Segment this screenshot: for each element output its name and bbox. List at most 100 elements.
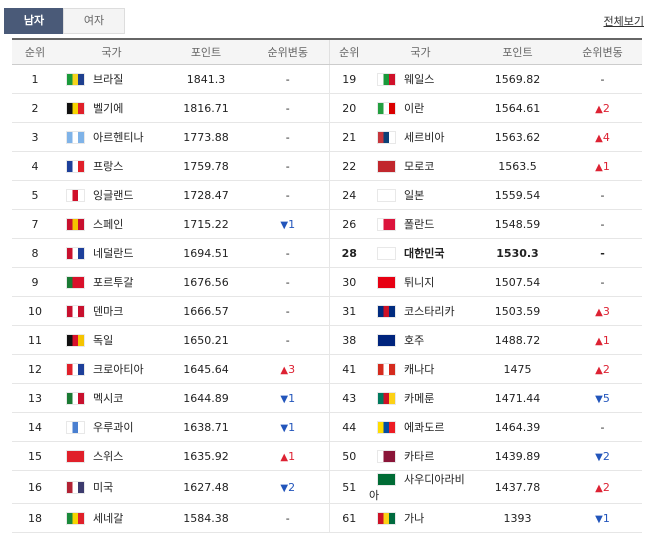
rank-change-cell: ▲1: [563, 151, 642, 181]
country-cell[interactable]: 대한민국: [369, 238, 472, 268]
table-row: 12 크로아티아 1645.64 ▲3 41 캐나다 1475 ▲2: [12, 354, 642, 384]
country-cell[interactable]: 튀니지: [369, 267, 472, 297]
country-cell[interactable]: 카타르: [369, 441, 472, 471]
country-name: 크로아티아: [93, 363, 144, 376]
rank-change-cell: ▼1: [563, 503, 642, 533]
country-cell[interactable]: 프랑스: [58, 151, 165, 181]
rank-change-value: 1: [288, 217, 296, 231]
country-cell[interactable]: 폴란드: [369, 209, 472, 239]
country-cell[interactable]: 아르헨티나: [58, 122, 165, 152]
rank-cell: 11: [12, 325, 58, 355]
country-cell[interactable]: 이란: [369, 93, 472, 123]
country-cell[interactable]: 멕시코: [58, 383, 165, 413]
country-cell[interactable]: 코스타리카: [369, 296, 472, 326]
points-cell: 1488.72: [472, 325, 563, 355]
rank-change-value: 2: [602, 449, 610, 463]
country-cell[interactable]: 모로코: [369, 151, 472, 181]
netherlands-flag-icon: [66, 246, 85, 260]
spain-flag-icon: [66, 217, 85, 231]
view-all-link[interactable]: 전체보기: [604, 13, 644, 29]
country-cell[interactable]: 네덜란드: [58, 238, 165, 268]
country-name: 모로코: [404, 160, 435, 173]
country-cell[interactable]: 세르비아: [369, 122, 472, 152]
rank-change: ▲3: [595, 305, 610, 318]
brazil-flag-icon: [66, 72, 85, 86]
rank-change-value: 2: [288, 480, 296, 494]
country-name: 우루과이: [93, 421, 134, 434]
country-cell[interactable]: 덴마크: [58, 296, 165, 326]
table-row: 11 독일 1650.21 - 38 호주 1488.72 ▲1: [12, 325, 642, 355]
country-name: 벨기에: [93, 102, 124, 115]
rank-change-cell: -: [563, 238, 642, 268]
table-row: 9 포르투갈 1676.56 - 30 튀니지 1507.54 -: [12, 267, 642, 297]
tab-male[interactable]: 남자: [4, 8, 64, 34]
country-cell[interactable]: 독일: [58, 325, 165, 355]
country-name: 멕시코: [93, 392, 124, 405]
country-cell[interactable]: 잉글랜드: [58, 180, 165, 210]
country-name: 대한민국: [404, 247, 445, 260]
country-name: 프랑스: [93, 160, 124, 173]
country-cell[interactable]: 카메룬: [369, 383, 472, 413]
rank-change: ▼1: [595, 512, 610, 525]
arrow-up-icon: ▲: [595, 482, 603, 494]
rank-change: -: [285, 333, 290, 347]
rank-cell: 22: [328, 151, 369, 181]
rank-change-cell: ▼5: [563, 383, 642, 413]
rank-change-value: 3: [288, 362, 296, 376]
points-cell: 1759.78: [165, 151, 247, 181]
country-cell[interactable]: 사우디아라비아: [369, 470, 472, 504]
table-row: 1 브라질 1841.3 - 19 웨일스 1569.82 -: [12, 64, 642, 94]
points-cell: 1715.22: [165, 209, 247, 239]
country-cell[interactable]: 캐나다: [369, 354, 472, 384]
rank-cell: 31: [328, 296, 369, 326]
rank-cell: 44: [328, 412, 369, 442]
rank-cell: 2: [12, 93, 58, 123]
rank-cell: 61: [328, 503, 369, 533]
points-cell: 1666.57: [165, 296, 247, 326]
rank-cell: 51: [328, 470, 369, 504]
country-cell[interactable]: 스위스: [58, 441, 165, 471]
rank-change-cell: ▲4: [563, 122, 642, 152]
arrow-up-icon: ▲: [595, 132, 603, 144]
rank-change-cell: ▲2: [563, 470, 642, 504]
country-cell[interactable]: 세네갈: [58, 503, 165, 533]
country-cell[interactable]: 포르투갈: [58, 267, 165, 297]
country-cell[interactable]: 벨기에: [58, 93, 165, 123]
wales-flag-icon: [377, 72, 396, 86]
table-row: 14 우루과이 1638.71 ▼1 44 에콰도르 1464.39 -: [12, 412, 642, 442]
rank-change: ▼1: [280, 218, 295, 231]
points-cell: 1644.89: [165, 383, 247, 413]
country-cell[interactable]: 호주: [369, 325, 472, 355]
country-cell[interactable]: 우루과이: [58, 412, 165, 442]
rank-change: -: [285, 101, 290, 115]
country-name: 브라질: [93, 73, 124, 86]
rank-change-cell: ▼2: [247, 470, 329, 504]
table-row: 16 미국 1627.48 ▼2 51 사우디아라비아 1437.78 ▲2: [12, 470, 642, 504]
rank-cell: 26: [328, 209, 369, 239]
rank-change-cell: -: [247, 296, 329, 326]
country-cell[interactable]: 스페인: [58, 209, 165, 239]
country-cell[interactable]: 웨일스: [369, 64, 472, 94]
arrow-down-icon: ▼: [280, 422, 289, 434]
country-cell[interactable]: 일본: [369, 180, 472, 210]
country-cell[interactable]: 크로아티아: [58, 354, 165, 384]
ecuador-flag-icon: [377, 420, 396, 434]
country-cell[interactable]: 미국: [58, 470, 165, 504]
rank-change: ▲2: [595, 363, 610, 376]
rank-change: ▲4: [595, 131, 610, 144]
country-cell[interactable]: 브라질: [58, 64, 165, 94]
england-flag-icon: [66, 188, 85, 202]
points-cell: 1645.64: [165, 354, 247, 384]
ranking-table: 순위 국가 포인트 순위변동 순위 국가 포인트 순위변동 1 브라질 1841.3…: [12, 38, 642, 533]
rank-cell: 10: [12, 296, 58, 326]
iran-flag-icon: [377, 101, 396, 115]
rank-change: -: [285, 511, 290, 525]
country-name: 이란: [404, 102, 425, 115]
rank-change-cell: -: [247, 151, 329, 181]
tab-female[interactable]: 여자: [63, 8, 125, 34]
points-cell: 1559.54: [472, 180, 563, 210]
country-cell[interactable]: 가나: [369, 503, 472, 533]
rank-change-cell: -: [563, 64, 642, 94]
country-cell[interactable]: 에콰도르: [369, 412, 472, 442]
points-cell: 1773.88: [165, 122, 247, 152]
